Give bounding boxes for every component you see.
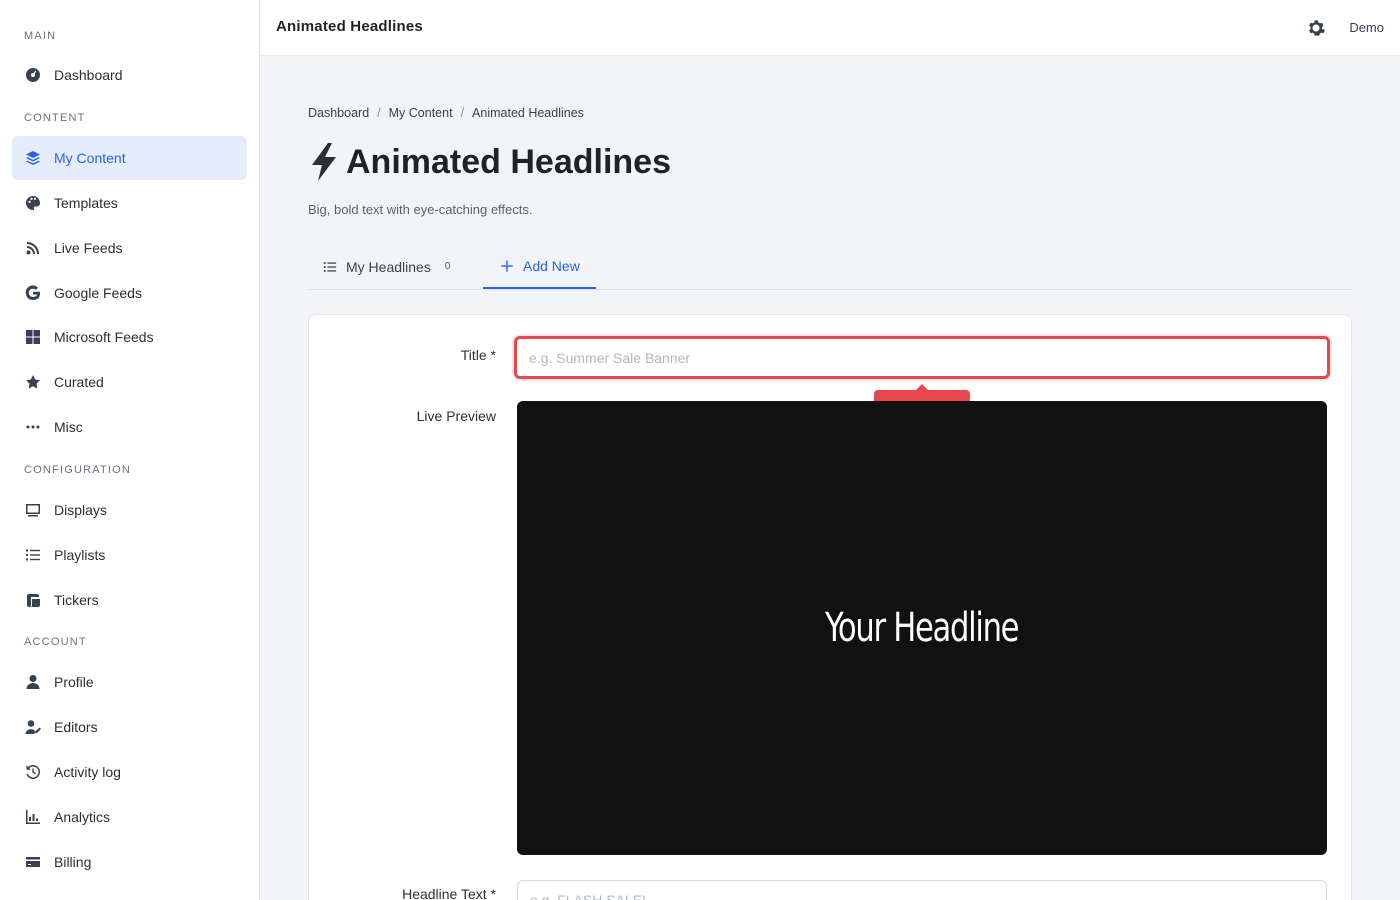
chart-icon: [24, 808, 42, 826]
sidebar-item-label: Templates: [54, 195, 118, 211]
sidebar-item-misc[interactable]: Misc: [12, 405, 247, 449]
sidebar-item-tickers[interactable]: Tickers: [12, 578, 247, 622]
breadcrumb-item-my-content[interactable]: My Content: [389, 106, 453, 120]
sidebar-item-label: Analytics: [54, 809, 111, 825]
tab-count-badge: 0: [444, 261, 451, 272]
credit-card-icon: [24, 853, 42, 871]
plus-icon: [499, 258, 515, 274]
breadcrumb-separator: /: [460, 106, 465, 120]
sidebar-item-label: Billing: [54, 854, 92, 870]
tab-my-headlines[interactable]: My Headlines 0: [308, 244, 464, 289]
section-label-content: CONTENT: [24, 112, 86, 124]
headline-text-label: Headline Text *: [402, 886, 496, 900]
page-subtitle: Big, bold text with eye-catching effects…: [308, 202, 533, 217]
microsoft-icon: [24, 328, 42, 346]
page-title: Animated Headlines: [346, 142, 671, 181]
sidebar-item-label: Tickers: [54, 592, 99, 608]
sidebar-item-label: Live Feeds: [54, 240, 123, 256]
layers-icon: [24, 149, 42, 167]
list-icon: [24, 546, 42, 564]
gear-icon[interactable]: [1306, 18, 1326, 38]
bolt-icon: [308, 142, 340, 182]
user-edit-icon: [24, 718, 42, 736]
ellipsis-icon: [24, 418, 42, 436]
section-label-main: MAIN: [24, 30, 57, 42]
user-menu[interactable]: Demo: [1349, 20, 1384, 35]
user-icon: [24, 673, 42, 691]
top-bar-title: Animated Headlines: [276, 18, 423, 35]
live-preview: Your Headline: [517, 401, 1327, 855]
sidebar-item-label: Curated: [54, 374, 104, 390]
sidebar-item-label: Misc: [54, 419, 83, 435]
dashboard-icon: [24, 66, 42, 84]
breadcrumb: Dashboard / My Content / Animated Headli…: [308, 106, 584, 120]
sidebar-item-microsoft-feeds[interactable]: Microsoft Feeds: [12, 315, 247, 359]
star-icon: [24, 373, 42, 391]
sidebar-item-templates[interactable]: Templates: [12, 181, 247, 225]
monitor-icon: [24, 501, 42, 519]
sidebar-item-label: Displays: [54, 502, 107, 518]
sidebar-item-label: Google Feeds: [54, 285, 142, 301]
tab-label: Add New: [523, 257, 580, 274]
tab-label: My Headlines: [346, 258, 431, 275]
sidebar-item-label: Activity log: [54, 764, 121, 780]
title-input[interactable]: [514, 336, 1330, 379]
palette-icon: [24, 194, 42, 212]
top-bar: Animated Headlines Demo: [260, 0, 1400, 56]
title-label: Title *: [460, 347, 496, 363]
page-header: Animated Headlines: [308, 142, 671, 182]
sidebar-item-label: Microsoft Feeds: [54, 329, 154, 345]
sidebar-item-activity-log[interactable]: Activity log: [12, 750, 247, 794]
tab-add-new[interactable]: Add New: [483, 244, 596, 289]
headline-text-input[interactable]: [517, 880, 1327, 900]
sidebar-item-analytics[interactable]: Analytics: [12, 795, 247, 839]
sidebar-item-label: Profile: [54, 674, 94, 690]
sidebar-item-curated[interactable]: Curated: [12, 360, 247, 404]
sidebar-item-displays[interactable]: Displays: [12, 488, 247, 532]
scroll-icon: [24, 591, 42, 609]
sidebar-item-playlists[interactable]: Playlists: [12, 533, 247, 577]
section-label-configuration: CONFIGURATION: [24, 464, 132, 476]
section-label-account: ACCOUNT: [24, 636, 87, 648]
sidebar-item-google-feeds[interactable]: Google Feeds: [12, 271, 247, 315]
google-icon: [24, 284, 42, 302]
sidebar-item-label: Editors: [54, 719, 98, 735]
breadcrumb-item-current: Animated Headlines: [472, 106, 584, 120]
tab-bar: My Headlines 0 Add New: [308, 244, 1352, 290]
sidebar-item-editors[interactable]: Editors: [12, 705, 247, 749]
breadcrumb-separator: /: [377, 106, 381, 120]
sidebar: MAIN Dashboard CONTENT My Content Templa…: [0, 0, 260, 900]
sidebar-item-label: Dashboard: [54, 67, 123, 83]
breadcrumb-item-dashboard[interactable]: Dashboard: [308, 106, 369, 120]
sidebar-item-live-feeds[interactable]: Live Feeds: [12, 226, 247, 270]
preview-headline-text: Your Headline: [825, 605, 1019, 651]
sidebar-item-label: Playlists: [54, 547, 106, 563]
list-icon: [322, 259, 338, 275]
sidebar-item-my-content[interactable]: My Content: [12, 136, 247, 180]
sidebar-item-profile[interactable]: Profile: [12, 660, 247, 704]
satellite-icon: [24, 239, 42, 257]
history-icon: [24, 763, 42, 781]
sidebar-item-label: My Content: [54, 150, 126, 166]
sidebar-item-dashboard[interactable]: Dashboard: [12, 53, 247, 97]
live-preview-label: Live Preview: [416, 408, 496, 424]
sidebar-item-billing[interactable]: Billing: [12, 840, 247, 884]
